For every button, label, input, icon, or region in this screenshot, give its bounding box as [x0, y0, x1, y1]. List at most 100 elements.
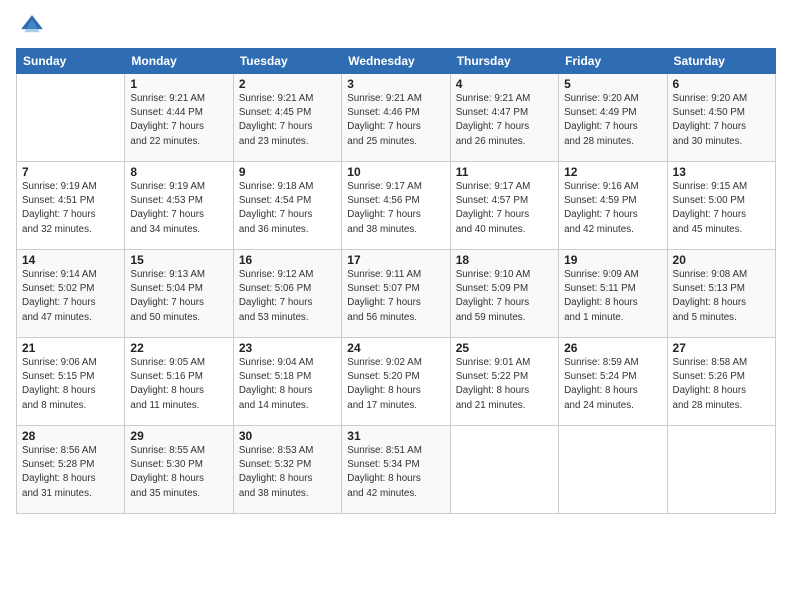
- day-info: Sunrise: 9:01 AMSunset: 5:22 PMDaylight:…: [456, 356, 553, 413]
- day-number: 28: [22, 429, 119, 443]
- day-number: 26: [564, 341, 661, 355]
- day-number: 15: [130, 253, 227, 267]
- day-number: 29: [130, 429, 227, 443]
- weekday-header-wednesday: Wednesday: [342, 49, 450, 74]
- day-info: Sunrise: 8:51 AMSunset: 5:34 PMDaylight:…: [347, 444, 444, 501]
- day-info: Sunrise: 9:04 AMSunset: 5:18 PMDaylight:…: [239, 356, 336, 413]
- calendar-cell: 20Sunrise: 9:08 AMSunset: 5:13 PMDayligh…: [667, 250, 775, 338]
- day-info: Sunrise: 9:19 AMSunset: 4:53 PMDaylight:…: [130, 180, 227, 237]
- day-number: 21: [22, 341, 119, 355]
- calendar-cell: 13Sunrise: 9:15 AMSunset: 5:00 PMDayligh…: [667, 162, 775, 250]
- day-number: 14: [22, 253, 119, 267]
- day-number: 27: [673, 341, 770, 355]
- day-info: Sunrise: 9:21 AMSunset: 4:44 PMDaylight:…: [130, 92, 227, 149]
- day-info: Sunrise: 8:59 AMSunset: 5:24 PMDaylight:…: [564, 356, 661, 413]
- calendar-cell: 19Sunrise: 9:09 AMSunset: 5:11 PMDayligh…: [559, 250, 667, 338]
- day-number: 19: [564, 253, 661, 267]
- calendar-cell: 22Sunrise: 9:05 AMSunset: 5:16 PMDayligh…: [125, 338, 233, 426]
- calendar-week-row: 28Sunrise: 8:56 AMSunset: 5:28 PMDayligh…: [17, 426, 776, 514]
- calendar-cell: 25Sunrise: 9:01 AMSunset: 5:22 PMDayligh…: [450, 338, 558, 426]
- calendar-table: SundayMondayTuesdayWednesdayThursdayFrid…: [16, 48, 776, 514]
- day-info: Sunrise: 9:20 AMSunset: 4:50 PMDaylight:…: [673, 92, 770, 149]
- day-number: 25: [456, 341, 553, 355]
- calendar-cell: 11Sunrise: 9:17 AMSunset: 4:57 PMDayligh…: [450, 162, 558, 250]
- day-number: 16: [239, 253, 336, 267]
- weekday-header-thursday: Thursday: [450, 49, 558, 74]
- calendar-cell: 29Sunrise: 8:55 AMSunset: 5:30 PMDayligh…: [125, 426, 233, 514]
- day-info: Sunrise: 9:18 AMSunset: 4:54 PMDaylight:…: [239, 180, 336, 237]
- calendar-cell: 27Sunrise: 8:58 AMSunset: 5:26 PMDayligh…: [667, 338, 775, 426]
- calendar-week-row: 1Sunrise: 9:21 AMSunset: 4:44 PMDaylight…: [17, 74, 776, 162]
- weekday-header-monday: Monday: [125, 49, 233, 74]
- header: [16, 12, 776, 40]
- calendar-cell: 12Sunrise: 9:16 AMSunset: 4:59 PMDayligh…: [559, 162, 667, 250]
- day-number: 23: [239, 341, 336, 355]
- day-info: Sunrise: 9:15 AMSunset: 5:00 PMDaylight:…: [673, 180, 770, 237]
- day-number: 12: [564, 165, 661, 179]
- calendar-cell: 31Sunrise: 8:51 AMSunset: 5:34 PMDayligh…: [342, 426, 450, 514]
- calendar-cell: [667, 426, 775, 514]
- day-number: 2: [239, 77, 336, 91]
- day-number: 3: [347, 77, 444, 91]
- day-info: Sunrise: 9:21 AMSunset: 4:47 PMDaylight:…: [456, 92, 553, 149]
- calendar-cell: 6Sunrise: 9:20 AMSunset: 4:50 PMDaylight…: [667, 74, 775, 162]
- day-number: 11: [456, 165, 553, 179]
- day-info: Sunrise: 9:16 AMSunset: 4:59 PMDaylight:…: [564, 180, 661, 237]
- day-number: 18: [456, 253, 553, 267]
- day-number: 1: [130, 77, 227, 91]
- day-info: Sunrise: 8:55 AMSunset: 5:30 PMDaylight:…: [130, 444, 227, 501]
- day-info: Sunrise: 9:06 AMSunset: 5:15 PMDaylight:…: [22, 356, 119, 413]
- day-number: 6: [673, 77, 770, 91]
- day-info: Sunrise: 8:53 AMSunset: 5:32 PMDaylight:…: [239, 444, 336, 501]
- day-info: Sunrise: 9:17 AMSunset: 4:56 PMDaylight:…: [347, 180, 444, 237]
- day-number: 20: [673, 253, 770, 267]
- weekday-header-friday: Friday: [559, 49, 667, 74]
- day-info: Sunrise: 9:20 AMSunset: 4:49 PMDaylight:…: [564, 92, 661, 149]
- calendar-cell: [17, 74, 125, 162]
- day-number: 24: [347, 341, 444, 355]
- day-info: Sunrise: 9:21 AMSunset: 4:46 PMDaylight:…: [347, 92, 444, 149]
- day-number: 17: [347, 253, 444, 267]
- calendar-cell: 10Sunrise: 9:17 AMSunset: 4:56 PMDayligh…: [342, 162, 450, 250]
- weekday-header-tuesday: Tuesday: [233, 49, 341, 74]
- day-info: Sunrise: 9:08 AMSunset: 5:13 PMDaylight:…: [673, 268, 770, 325]
- calendar-cell: 16Sunrise: 9:12 AMSunset: 5:06 PMDayligh…: [233, 250, 341, 338]
- logo-icon: [18, 12, 46, 40]
- day-info: Sunrise: 9:13 AMSunset: 5:04 PMDaylight:…: [130, 268, 227, 325]
- day-number: 4: [456, 77, 553, 91]
- day-number: 5: [564, 77, 661, 91]
- logo: [16, 12, 46, 40]
- calendar-cell: 1Sunrise: 9:21 AMSunset: 4:44 PMDaylight…: [125, 74, 233, 162]
- weekday-header-sunday: Sunday: [17, 49, 125, 74]
- calendar-cell: 5Sunrise: 9:20 AMSunset: 4:49 PMDaylight…: [559, 74, 667, 162]
- day-number: 7: [22, 165, 119, 179]
- day-number: 30: [239, 429, 336, 443]
- day-info: Sunrise: 9:09 AMSunset: 5:11 PMDaylight:…: [564, 268, 661, 325]
- calendar-cell: [559, 426, 667, 514]
- calendar-cell: 15Sunrise: 9:13 AMSunset: 5:04 PMDayligh…: [125, 250, 233, 338]
- day-number: 22: [130, 341, 227, 355]
- day-number: 13: [673, 165, 770, 179]
- day-info: Sunrise: 9:21 AMSunset: 4:45 PMDaylight:…: [239, 92, 336, 149]
- calendar-week-row: 7Sunrise: 9:19 AMSunset: 4:51 PMDaylight…: [17, 162, 776, 250]
- calendar-cell: 21Sunrise: 9:06 AMSunset: 5:15 PMDayligh…: [17, 338, 125, 426]
- day-info: Sunrise: 9:12 AMSunset: 5:06 PMDaylight:…: [239, 268, 336, 325]
- calendar-cell: 2Sunrise: 9:21 AMSunset: 4:45 PMDaylight…: [233, 74, 341, 162]
- day-info: Sunrise: 9:10 AMSunset: 5:09 PMDaylight:…: [456, 268, 553, 325]
- calendar-cell: 9Sunrise: 9:18 AMSunset: 4:54 PMDaylight…: [233, 162, 341, 250]
- weekday-header-saturday: Saturday: [667, 49, 775, 74]
- calendar-cell: 14Sunrise: 9:14 AMSunset: 5:02 PMDayligh…: [17, 250, 125, 338]
- day-number: 9: [239, 165, 336, 179]
- page: SundayMondayTuesdayWednesdayThursdayFrid…: [0, 0, 792, 612]
- day-number: 8: [130, 165, 227, 179]
- calendar-cell: 18Sunrise: 9:10 AMSunset: 5:09 PMDayligh…: [450, 250, 558, 338]
- calendar-cell: [450, 426, 558, 514]
- weekday-header-row: SundayMondayTuesdayWednesdayThursdayFrid…: [17, 49, 776, 74]
- calendar-cell: 3Sunrise: 9:21 AMSunset: 4:46 PMDaylight…: [342, 74, 450, 162]
- calendar-cell: 7Sunrise: 9:19 AMSunset: 4:51 PMDaylight…: [17, 162, 125, 250]
- day-info: Sunrise: 9:14 AMSunset: 5:02 PMDaylight:…: [22, 268, 119, 325]
- calendar-cell: 30Sunrise: 8:53 AMSunset: 5:32 PMDayligh…: [233, 426, 341, 514]
- day-info: Sunrise: 9:17 AMSunset: 4:57 PMDaylight:…: [456, 180, 553, 237]
- calendar-cell: 26Sunrise: 8:59 AMSunset: 5:24 PMDayligh…: [559, 338, 667, 426]
- day-number: 10: [347, 165, 444, 179]
